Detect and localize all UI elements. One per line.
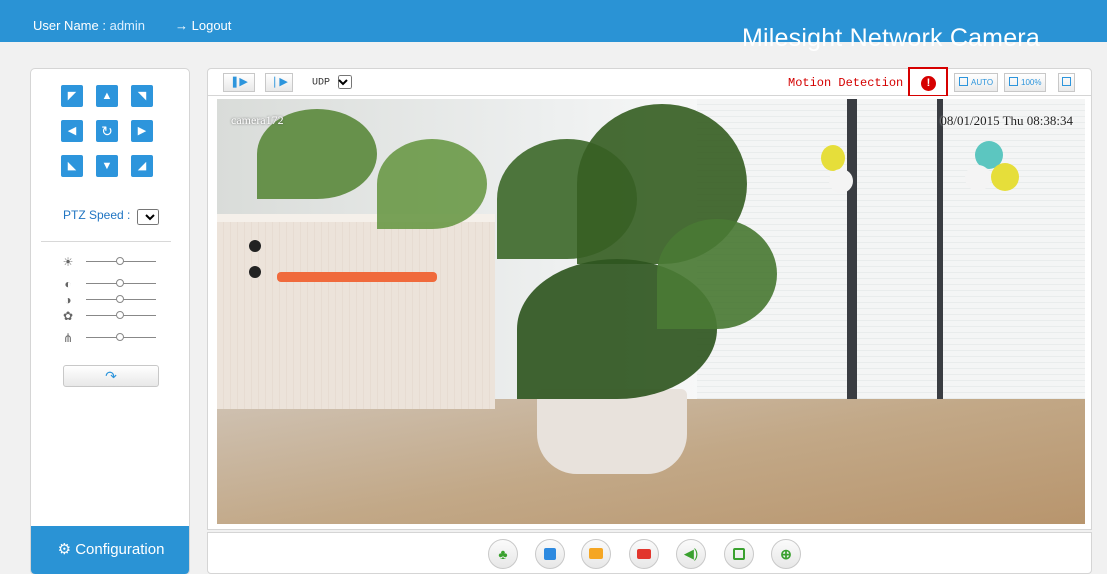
video-balloon	[821, 145, 845, 171]
video-control-bar: ♣ ◀) ⊕	[207, 532, 1092, 574]
save-button[interactable]	[724, 539, 754, 569]
zoom-in-icon: ⊕	[780, 546, 792, 562]
audio-button[interactable]: ◀)	[676, 539, 706, 569]
hue-slider-handle[interactable]	[116, 311, 124, 319]
play-button[interactable]: ❚▶	[223, 73, 255, 92]
video-foliage	[657, 219, 777, 329]
configuration-button[interactable]: ⚙ Configuration	[31, 526, 189, 574]
record-button[interactable]	[629, 539, 659, 569]
video-lock	[249, 266, 261, 278]
saturation-slider-handle[interactable]	[116, 295, 124, 303]
tree-icon: ♣	[498, 546, 508, 562]
ptz-up-right-button[interactable]: ◥	[131, 85, 153, 107]
ptz-left-button[interactable]: ◀	[61, 120, 83, 142]
video-plant-pot	[537, 389, 687, 474]
panel-divider	[41, 241, 171, 242]
camera-name-overlay: camera172	[231, 113, 284, 127]
view-100-label: 100%	[1021, 78, 1042, 87]
video-container: camera172 08/01/2015 Thu 08:38:34	[207, 96, 1092, 530]
sharpness-icon: ⋔	[62, 331, 74, 345]
actual-size-icon	[1009, 77, 1018, 86]
video-record-icon	[637, 548, 651, 559]
brightness-slider-row: ☀	[61, 255, 171, 269]
motion-detection-status: Motion Detection	[788, 76, 904, 90]
video-balloon	[829, 169, 853, 193]
user-name: admin	[109, 18, 146, 33]
protocol-select[interactable]	[338, 75, 353, 89]
stop-icon	[544, 547, 556, 560]
timestamp-overlay: 08/01/2015 Thu 08:38:34	[940, 113, 1073, 128]
user-label: User Name :	[33, 18, 106, 33]
video-blind	[857, 99, 1085, 449]
save-icon	[733, 547, 745, 560]
ptz-speed-select[interactable]: 1	[136, 208, 159, 225]
logout-arrow-icon: →	[175, 18, 188, 33]
view-auto-label: AUTO	[971, 78, 994, 87]
video-balloon	[965, 165, 991, 191]
zoom-button[interactable]: ⊕	[771, 539, 801, 569]
camera-icon	[589, 548, 603, 560]
view-auto-button[interactable]: AUTO	[954, 73, 999, 92]
hue-icon: ✿	[62, 309, 74, 323]
sharpness-slider-row: ⋔	[61, 331, 171, 345]
ptz-speed: PTZ Speed : 1	[63, 208, 159, 225]
ptz-speed-label: PTZ Speed :	[63, 208, 131, 222]
play-icon: ❚▶	[230, 76, 248, 88]
alarm-indicator[interactable]: !	[908, 67, 948, 97]
step-button[interactable]: ❘▶	[265, 73, 293, 92]
contrast-slider-row: ◐	[61, 277, 171, 291]
brightness-slider-handle[interactable]	[116, 257, 124, 265]
video-balloon	[991, 163, 1019, 191]
redo-arrow-icon: ↷	[105, 368, 117, 384]
brightness-icon: ☀	[62, 255, 74, 269]
tree-button[interactable]: ♣	[488, 539, 518, 569]
fit-icon	[959, 77, 968, 86]
saturation-slider-row: ◑	[61, 293, 171, 307]
video-cabinet	[217, 214, 495, 409]
ptz-down-button[interactable]: ▼	[96, 155, 118, 177]
hue-slider-row: ✿	[61, 309, 171, 323]
ptz-right-button[interactable]: ▶	[131, 120, 153, 142]
speaker-icon: ◀)	[683, 546, 699, 561]
sharpness-slider-handle[interactable]	[116, 333, 124, 341]
image-reset-button[interactable]: ↷	[63, 365, 159, 387]
view-100-button[interactable]: 100%	[1004, 73, 1047, 92]
configuration-label: Configuration	[75, 541, 165, 558]
video-handle	[277, 272, 437, 282]
contrast-icon: ◐	[64, 277, 72, 291]
brand-title: Milesight Network Camera	[742, 24, 1040, 52]
logout-link[interactable]: → Logout	[175, 18, 231, 33]
protocol-label: UDP	[312, 77, 331, 89]
alarm-exclamation-icon: !	[921, 76, 936, 91]
contrast-slider-handle[interactable]	[116, 279, 124, 287]
snapshot-button[interactable]	[581, 539, 611, 569]
fullscreen-button[interactable]	[1058, 73, 1075, 92]
top-header: User Name : admin → Logout Milesight Net…	[0, 0, 1107, 52]
fullscreen-icon	[1062, 77, 1071, 86]
gears-icon: ⚙	[57, 541, 72, 558]
live-video-feed[interactable]: camera172 08/01/2015 Thu 08:38:34	[217, 99, 1085, 524]
ptz-up-button[interactable]: ▲	[96, 85, 118, 107]
protocol-select-group: UDP	[312, 75, 353, 89]
video-toolbar: ❚▶ ❘▶ UDP Motion Detection ! AUTO 100%	[207, 67, 1092, 97]
ptz-panel: ◤ ▲ ◥ ◀ ↻ ▶ ◣ ▼ ◢ PTZ Speed : 1 ☀ ◐ ◑ ✿ …	[30, 68, 190, 574]
ptz-down-left-button[interactable]: ◣	[61, 155, 83, 177]
user-info: User Name : admin	[33, 18, 145, 33]
ptz-auto-scan-button[interactable]: ↻	[96, 120, 118, 142]
saturation-icon: ◑	[64, 293, 72, 307]
stop-button[interactable]	[535, 539, 565, 569]
ptz-up-left-button[interactable]: ◤	[61, 85, 83, 107]
ptz-down-right-button[interactable]: ◢	[131, 155, 153, 177]
video-foliage	[377, 139, 487, 229]
logout-label: Logout	[191, 18, 232, 33]
step-icon: ❘▶	[270, 76, 288, 88]
video-lock	[249, 240, 261, 252]
